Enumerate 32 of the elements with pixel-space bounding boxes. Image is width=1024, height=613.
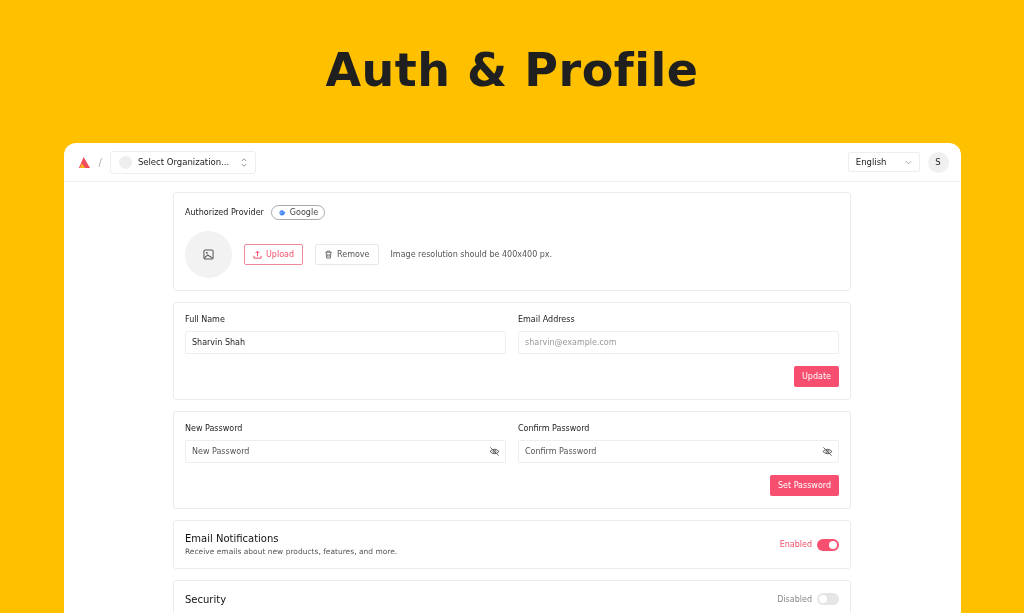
field-label: Email Address [518,315,576,324]
language-select[interactable]: English [847,152,920,172]
organization-select[interactable]: Select Organization... [109,150,257,174]
field-label: New Password [185,424,244,433]
eye-slash-icon[interactable] [822,446,833,457]
toggle-switch[interactable] [817,538,839,551]
toggle-status: Enabled [779,540,812,549]
field-label: Full Name [185,315,226,324]
text-field[interactable]: sharvin@example.com [518,331,839,354]
eye-slash-icon[interactable] [489,446,500,457]
setting-title: Email Notifications [185,533,280,544]
image-icon [203,249,214,260]
trash-icon [324,250,334,259]
field-label: Confirm Password [518,424,591,433]
chevron-down-icon [904,159,912,165]
image-hint: Image resolution should be 400x400 px. [390,250,553,259]
logo-icon [77,155,91,169]
provider-label: Authorized Provider [185,208,264,217]
toggle-status: Disabled [777,594,812,604]
page-headline: Auth & Profile [325,42,699,99]
toggle-switch[interactable] [817,593,839,605]
avatar[interactable]: S [927,151,949,173]
upload-button[interactable]: Upload [244,244,304,265]
text-field[interactable]: Sharvin Shah [185,331,506,354]
breadcrumb-separator: / [98,156,102,168]
chevron-up-down-icon [241,157,248,167]
setting-title: Security [185,593,227,605]
upload-icon [253,250,262,259]
password-field[interactable]: Confirm Password [518,440,839,463]
remove-button[interactable]: Remove [315,244,379,265]
avatar-placeholder[interactable] [185,231,232,278]
password-field[interactable]: New Password [185,440,506,463]
